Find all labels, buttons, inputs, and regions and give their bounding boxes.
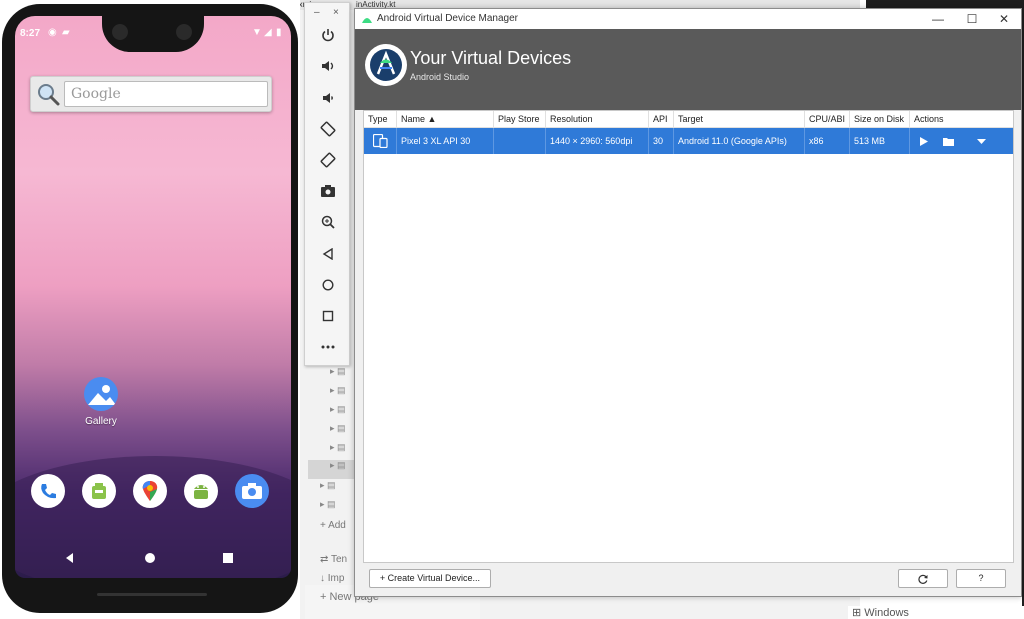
column-header-cpu-abi[interactable]: CPU/ABI: [805, 111, 850, 128]
refresh-icon: [918, 574, 928, 584]
avd-manager-window: Android Virtual Device Manager — ☐ ✕ You…: [354, 8, 1022, 597]
phone-speaker-grille: [97, 593, 207, 596]
tree-row-selected[interactable]: ▸ ▤: [308, 460, 358, 479]
column-header-type[interactable]: Type: [364, 111, 397, 128]
windows-logo-icon: ⊞: [852, 607, 865, 619]
column-header-target[interactable]: Target: [674, 111, 805, 128]
maps-app-icon[interactable]: [133, 474, 167, 508]
device-actions-cell: [910, 128, 1013, 154]
nav-back-icon[interactable]: [64, 552, 76, 564]
emulator-phone-frame: 8:27 ◉ ▰ ▼ ◢ ▮ Google Gallery: [2, 4, 298, 613]
devices-table: Type Name ▲ Play Store Resolution API Ta…: [363, 110, 1014, 563]
device-size-cell: 513 MB: [850, 128, 910, 154]
play-icon[interactable]: [917, 134, 931, 148]
tree-import-item[interactable]: ↓ Imp: [320, 573, 344, 584]
status-time: 8:27: [20, 28, 41, 39]
column-header-api[interactable]: API: [649, 111, 674, 128]
power-icon[interactable]: [318, 25, 338, 45]
window-title: Android Virtual Device Manager: [377, 13, 519, 24]
device-play-store-cell: [494, 128, 546, 154]
tree-add-item[interactable]: + Add: [320, 520, 346, 531]
signal-icon: ◢: [264, 27, 272, 38]
column-header-name[interactable]: Name ▲: [397, 111, 494, 128]
emulator-minimize-button[interactable]: –: [314, 7, 320, 18]
device-name-cell: Pixel 3 XL API 30: [397, 128, 494, 154]
close-button[interactable]: ✕: [987, 9, 1021, 29]
nav-home-icon[interactable]: [144, 552, 156, 564]
plus-icon: +: [320, 520, 329, 531]
device-target-cell: Android 11.0 (Google APIs): [674, 128, 805, 154]
google-search-widget[interactable]: Google: [30, 76, 272, 112]
zoom-icon[interactable]: [318, 212, 338, 232]
gallery-label: Gallery: [85, 416, 117, 427]
tree-template-item[interactable]: ⇄ Ten: [320, 554, 347, 565]
overview-icon[interactable]: [318, 306, 338, 326]
android-app-icon[interactable]: [184, 474, 218, 508]
column-header-actions: Actions: [910, 111, 1013, 128]
back-icon[interactable]: [318, 244, 338, 264]
android-studio-logo-icon: [365, 44, 407, 86]
store-app-icon[interactable]: [82, 474, 116, 508]
wifi-icon: ▼: [252, 27, 262, 38]
template-icon: ⇄: [320, 554, 331, 565]
search-input[interactable]: Google: [64, 81, 268, 107]
home-icon[interactable]: [318, 275, 338, 295]
more-icon[interactable]: [318, 337, 338, 357]
phone-tablet-icon: [373, 134, 388, 148]
column-header-play-store[interactable]: Play Store: [494, 111, 546, 128]
table-row[interactable]: Pixel 3 XL API 30 1440 × 2960: 560dpi 30…: [364, 128, 1013, 154]
android-logo-icon: [362, 18, 372, 23]
column-header-resolution[interactable]: Resolution: [546, 111, 649, 128]
device-api-cell: 30: [649, 128, 674, 154]
folder-icon[interactable]: [942, 134, 956, 148]
column-header-size-on-disk[interactable]: Size on Disk: [850, 111, 910, 128]
help-button[interactable]: ?: [956, 569, 1006, 588]
window-titlebar[interactable]: Android Virtual Device Manager — ☐ ✕: [355, 9, 1021, 29]
tree-row[interactable]: ▸ ▤: [320, 499, 350, 518]
refresh-button[interactable]: [898, 569, 948, 588]
emulator-toolbar: – ×: [304, 2, 350, 366]
search-icon: [38, 84, 60, 106]
screenshot-icon[interactable]: [318, 181, 338, 201]
device-resolution-cell: 1440 × 2960: 560dpi: [546, 128, 649, 154]
create-virtual-device-button[interactable]: + Create Virtual Device...: [369, 569, 491, 588]
page-subtitle: Android Studio: [410, 72, 470, 82]
status-bar: 8:27 ◉ ▰ ▼ ◢ ▮: [20, 27, 288, 41]
volume-down-icon[interactable]: [318, 88, 338, 108]
volume-up-icon[interactable]: [318, 56, 338, 76]
gallery-app[interactable]: Gallery: [82, 377, 120, 433]
dropdown-icon[interactable]: [974, 134, 988, 148]
windows-text-fragment: ⊞ Windows: [848, 606, 1024, 619]
rotate-left-icon[interactable]: [318, 119, 338, 139]
battery-icon: ▮: [276, 27, 282, 38]
sync-icon: ◉: [48, 27, 57, 38]
camera-app-icon[interactable]: [235, 474, 269, 508]
maximize-button[interactable]: ☐: [955, 9, 989, 29]
sim-icon: ▰: [62, 27, 70, 38]
gallery-icon: [84, 377, 118, 411]
emulator-close-button[interactable]: ×: [333, 7, 339, 18]
device-type-cell: [364, 128, 397, 154]
minimize-button[interactable]: —: [921, 9, 955, 29]
import-icon: ↓: [320, 573, 328, 584]
avd-header-banner: Your Virtual Devices Android Studio: [355, 29, 1021, 110]
page-title: Your Virtual Devices: [410, 48, 572, 68]
device-cpu-abi-cell: x86: [805, 128, 850, 154]
tree-row[interactable]: ▸ ▤: [320, 480, 350, 499]
nav-overview-icon[interactable]: [222, 552, 234, 564]
rotate-right-icon[interactable]: [318, 150, 338, 170]
phone-app-icon[interactable]: [31, 474, 65, 508]
